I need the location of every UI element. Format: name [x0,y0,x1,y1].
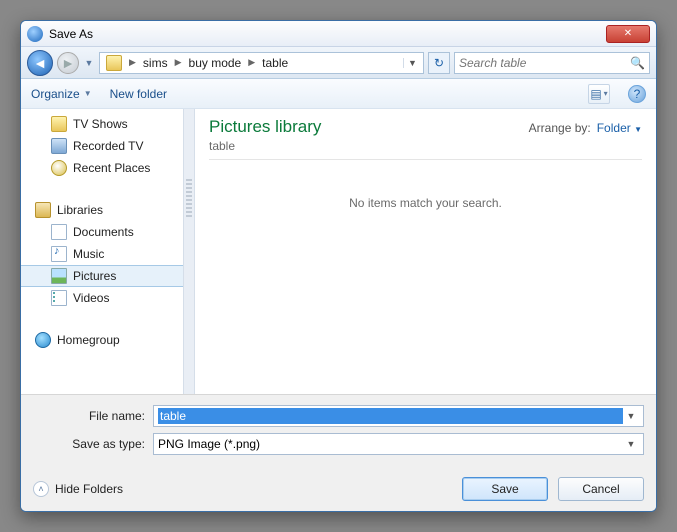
view-options-button[interactable]: ▤▾ [588,84,610,104]
main-pane: Pictures library table Arrange by: Folde… [195,109,656,394]
address-bar[interactable]: ▶ sims ▶ buy mode ▶ table ▼ [99,52,424,74]
library-subtitle: table [209,139,321,153]
grip-icon [186,179,192,219]
close-button[interactable]: ✕ [606,25,650,43]
arrange-by: Arrange by: Folder ▼ [529,117,642,135]
filename-input[interactable]: table ▼ [153,405,644,427]
save-type-dropdown[interactable]: ▼ [623,439,639,449]
music-icon [51,246,67,262]
refresh-button[interactable]: ↻ [428,52,450,74]
sidebar-item-documents[interactable]: Documents [21,221,183,243]
cancel-button[interactable]: Cancel [558,477,644,501]
search-box[interactable]: 🔍 [454,52,650,74]
form-area: File name: table ▼ Save as type: PNG Ima… [21,394,656,469]
navbar: ◄ ► ▼ ▶ sims ▶ buy mode ▶ table ▼ ↻ 🔍 [21,47,656,79]
documents-icon [51,224,67,240]
sidebar-item-music[interactable]: Music [21,243,183,265]
chevron-right-icon[interactable]: ▶ [126,57,139,68]
sidebar-item-pictures[interactable]: Pictures [21,265,183,287]
window-title: Save As [49,27,606,41]
back-button[interactable]: ◄ [27,50,53,76]
sidebar-item-tv-shows[interactable]: TV Shows [21,113,183,135]
history-dropdown[interactable]: ▼ [83,52,95,74]
pictures-icon [51,268,67,284]
sidebar-item-videos[interactable]: Videos [21,287,183,309]
titlebar[interactable]: Save As ✕ [21,21,656,47]
content-area: TV Shows Recorded TV Recent Places Libra… [21,109,656,394]
breadcrumb-buy-mode[interactable]: buy mode [185,56,246,70]
toolbar: Organize▼ New folder ▤▾ ? [21,79,656,109]
footer: ˄ Hide Folders Save Cancel [21,469,656,511]
sidebar-item-recorded-tv[interactable]: Recorded TV [21,135,183,157]
chevron-down-icon: ▼ [634,125,642,134]
folder-icon [106,55,122,71]
sidebar-group-libraries[interactable]: Libraries [21,199,183,221]
filename-value[interactable]: table [158,408,623,424]
hide-folders-button[interactable]: ˄ Hide Folders [33,481,123,497]
organize-button[interactable]: Organize▼ [31,87,92,101]
save-type-value: PNG Image (*.png) [158,437,623,451]
address-dropdown[interactable]: ▼ [403,58,421,68]
sidebar-item-recent-places[interactable]: Recent Places [21,157,183,179]
empty-message: No items match your search. [209,160,642,386]
chevron-right-icon[interactable]: ▶ [245,57,258,68]
recent-icon [51,160,67,176]
breadcrumb-table[interactable]: table [258,56,292,70]
new-folder-button[interactable]: New folder [110,87,167,101]
app-icon [27,26,43,42]
arrange-by-dropdown[interactable]: Folder ▼ [597,121,642,135]
library-title: Pictures library [209,117,321,137]
homegroup-icon [35,332,51,348]
folder-icon [51,116,67,132]
view-icon: ▤ [590,87,601,101]
chevron-up-icon: ˄ [33,481,49,497]
filename-label: File name: [33,409,153,423]
filename-dropdown[interactable]: ▼ [623,411,639,421]
libraries-icon [35,202,51,218]
breadcrumb-sims[interactable]: sims [139,56,172,70]
forward-button[interactable]: ► [57,52,79,74]
search-icon[interactable]: 🔍 [630,56,645,70]
sidebar-group-homegroup[interactable]: Homegroup [21,329,183,351]
monitor-icon [51,138,67,154]
sidebar: TV Shows Recorded TV Recent Places Libra… [21,109,183,394]
save-type-label: Save as type: [33,437,153,451]
videos-icon [51,290,67,306]
search-input[interactable] [459,56,630,70]
save-button[interactable]: Save [462,477,548,501]
help-button[interactable]: ? [628,85,646,103]
chevron-right-icon[interactable]: ▶ [172,57,185,68]
save-as-dialog: Save As ✕ ◄ ► ▼ ▶ sims ▶ buy mode ▶ tabl… [20,20,657,512]
splitter[interactable] [183,109,195,394]
arrange-label: Arrange by: [529,121,591,135]
save-type-select[interactable]: PNG Image (*.png) ▼ [153,433,644,455]
